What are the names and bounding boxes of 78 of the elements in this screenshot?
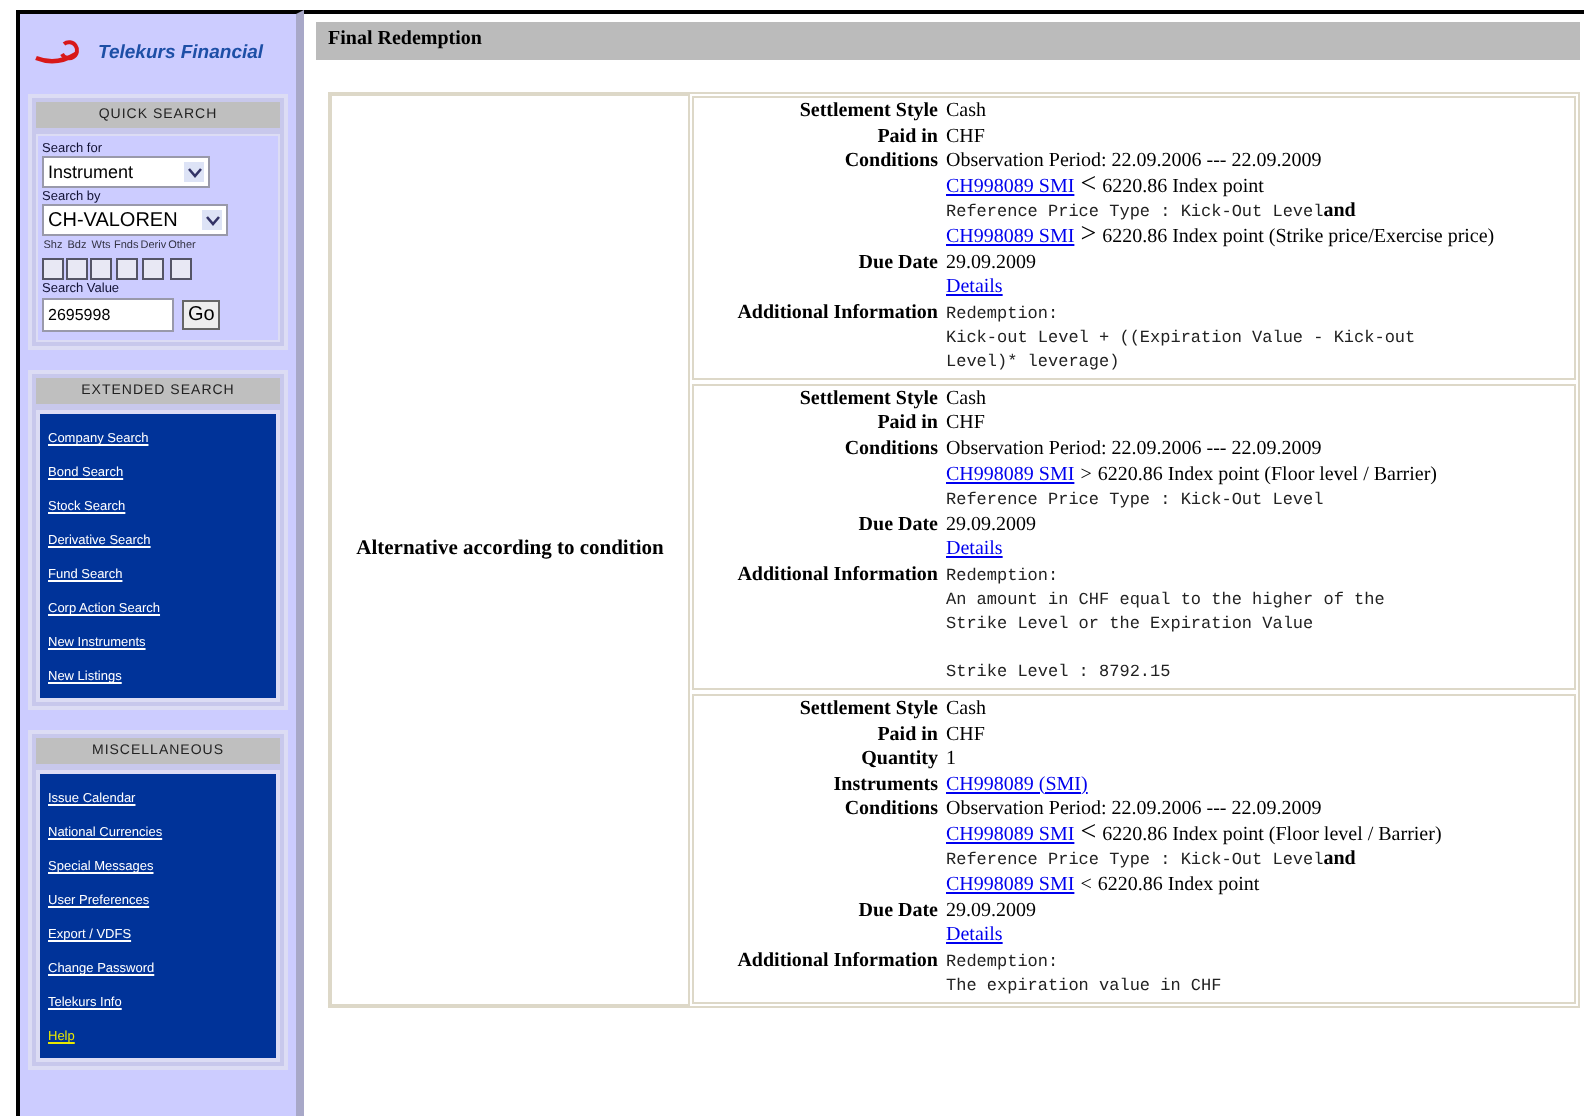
reference-price-text: Reference Price Type : Kick-Out Level	[946, 850, 1324, 871]
condition-text: 6220.86 Index point (Floor level / Barrier)	[1097, 463, 1438, 486]
field-label: Instruments	[831, 773, 938, 799]
field-label: Additional Information	[735, 301, 938, 328]
due-date: 29.09.2009	[946, 513, 1036, 539]
operator-sign: >	[1080, 463, 1092, 486]
instrument-link[interactable]: CH998089 (SMI)	[946, 773, 1088, 796]
info-line: The expiration value in CHF	[946, 973, 1222, 998]
info-line: Kick-out Level + ((Expiration Value - Kick-out	[946, 325, 1416, 350]
condition-text: 6220.86 Index point (Floor level / Barrier)	[1102, 823, 1442, 846]
field-label: Settlement Style	[797, 697, 938, 723]
dropdown[interactable]: CH-VALOREN	[42, 204, 228, 236]
due-date: 29.09.2009	[946, 899, 1036, 925]
operator-sign: <	[1080, 169, 1097, 200]
search-value-field[interactable]: 2695998	[42, 298, 174, 332]
category-cell: Alternative according to condition	[330, 94, 690, 1006]
details-link[interactable]: Details	[946, 538, 1003, 561]
condition-text: 6220.86 Index point (Strike price/Exercise price)	[1102, 225, 1495, 248]
field-label: Paid in	[875, 125, 938, 151]
instrument-link[interactable]: CH998089 SMI	[946, 874, 1075, 897]
caret-icon	[202, 210, 222, 230]
info-line: Strike Level : 8792.15	[946, 659, 1171, 684]
checkbox[interactable]	[170, 258, 193, 280]
field-label: Settlement Style	[797, 100, 938, 126]
field-value: CHF	[946, 125, 985, 151]
field-value: Cash	[946, 697, 986, 723]
section-header: Final Redemption	[316, 22, 1580, 60]
joiner-text: and	[1323, 848, 1356, 871]
instrument-link[interactable]: CH998089 SMI	[946, 175, 1075, 198]
field-label: Quantity	[859, 748, 938, 774]
operator-sign: <	[1080, 874, 1092, 897]
instrument-link[interactable]: CH998089 SMI	[946, 225, 1075, 248]
field-value: Cash	[946, 387, 986, 413]
details-link[interactable]: Details	[946, 276, 1003, 299]
field-label: Additional Information	[735, 563, 938, 590]
checkbox[interactable]	[115, 258, 138, 280]
field-label: Paid in	[875, 723, 938, 749]
condition-text: Observation Period: 22.09.2006 --- 22.09.2009	[946, 437, 1322, 460]
condition-text: Observation Period: 22.09.2006 --- 22.09.2009	[946, 798, 1322, 821]
dropdown[interactable]: Instrument	[42, 156, 210, 188]
checkbox[interactable]	[90, 258, 112, 280]
instrument-link[interactable]: CH998089 SMI	[946, 823, 1075, 846]
info-line: Redemption:	[946, 563, 1059, 588]
condition-text: 6220.86 Index point	[1102, 175, 1264, 198]
field-label: Due Date	[856, 251, 938, 278]
logo-text: Telekurs Financial	[98, 41, 264, 63]
field-label: Conditions	[842, 437, 938, 464]
info-line: Redemption:	[946, 949, 1059, 974]
caret-icon	[184, 162, 204, 182]
details-link[interactable]: Details	[946, 924, 1003, 947]
field-label: Conditions	[842, 798, 938, 825]
info-line: An amount in CHF equal to the higher of the	[946, 587, 1385, 612]
operator-sign: <	[1080, 817, 1097, 848]
condition-text: 6220.86 Index point	[1097, 874, 1260, 897]
info-line: Redemption:	[946, 301, 1059, 326]
instrument-link[interactable]: CH998089 SMI	[946, 463, 1075, 486]
field-value: Cash	[946, 100, 986, 126]
info-line: Level)* leverage)	[946, 349, 1120, 374]
field-label: Settlement Style	[797, 387, 938, 413]
field-label: Additional Information	[735, 949, 938, 976]
field-value: 1	[946, 748, 956, 774]
info-line: Strike Level or the Expiration Value	[946, 611, 1314, 636]
field-label: Paid in	[875, 412, 938, 438]
checkbox[interactable]	[66, 258, 88, 280]
joiner-text: and	[1323, 200, 1356, 223]
checkbox[interactable]	[42, 258, 64, 280]
field-label: Conditions	[842, 150, 938, 177]
go-button[interactable]: Go	[182, 300, 221, 330]
condition-text: Observation Period: 22.09.2006 --- 22.09.2009	[946, 150, 1322, 173]
operator-sign: >	[1080, 219, 1097, 250]
field-value: CHF	[946, 723, 985, 749]
reference-price-text: Reference Price Type : Kick-Out Level	[946, 202, 1324, 223]
due-date: 29.09.2009	[946, 251, 1036, 277]
field-label: Due Date	[856, 899, 938, 926]
reference-price-text: Reference Price Type : Kick-Out Level	[946, 490, 1324, 511]
checkbox[interactable]	[142, 258, 165, 280]
field-value: CHF	[946, 412, 985, 438]
field-label: Due Date	[856, 513, 938, 540]
